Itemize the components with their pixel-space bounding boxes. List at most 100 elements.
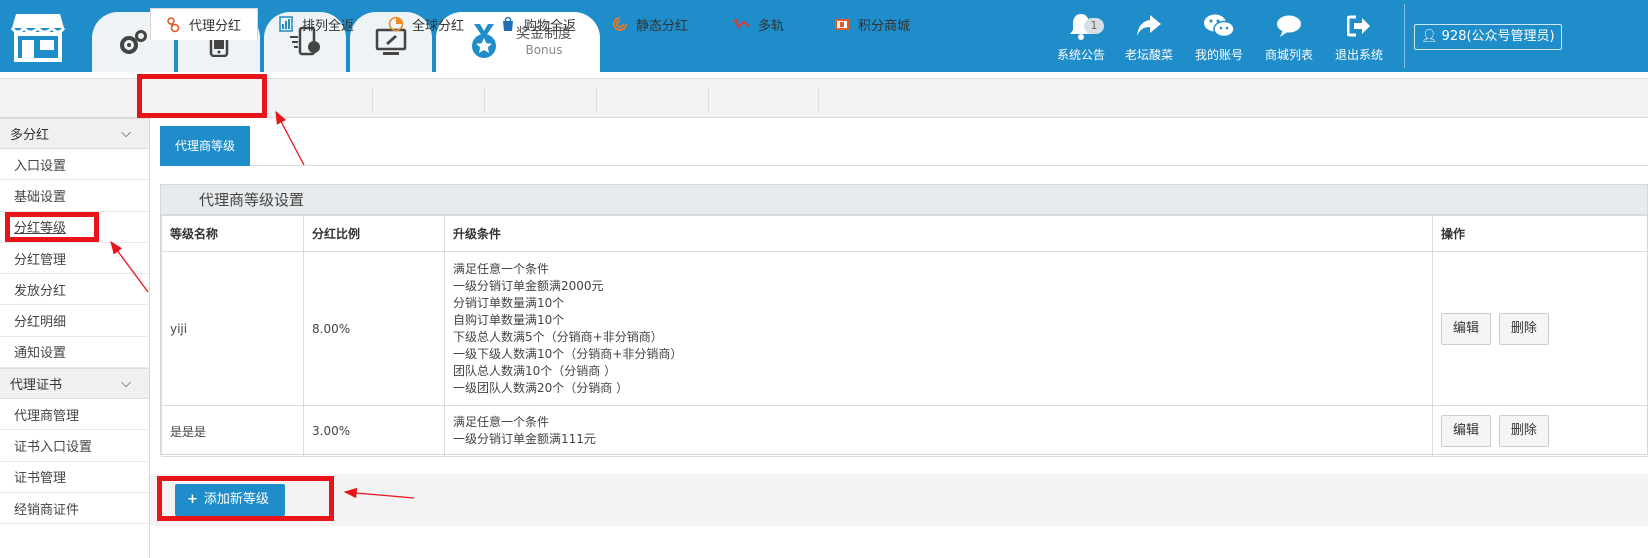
subnav-tab-label: 排列全返 bbox=[302, 18, 355, 34]
logout-label: 退出系统 bbox=[1334, 48, 1383, 62]
form-footer-bar bbox=[150, 474, 1648, 526]
condition-line: 一级分销订单金额满2000元 bbox=[453, 278, 604, 293]
panel-title: 代理商等级设置 bbox=[161, 185, 1647, 215]
highlight-box-agent-bonus-tab bbox=[137, 74, 267, 118]
column-header-level-name: 等级名称 bbox=[161, 215, 304, 252]
my-account-button[interactable]: 我的账号 bbox=[1184, 12, 1254, 63]
gears-icon bbox=[113, 22, 153, 62]
subnav-tab-agent-bonus[interactable]: 代理分红 bbox=[150, 8, 258, 40]
conditions-cell: 满足任意一个条件 一级分销订单金额满2000元 分销订单数量满10个 自购订单数… bbox=[444, 251, 1433, 406]
bonus-tab-subtitle: Bonus bbox=[525, 43, 563, 57]
ratio-cell: 8.00% bbox=[303, 251, 445, 406]
condition-line: 一级下级人数满10个（分销商+非分销商） bbox=[453, 346, 683, 361]
edit-button[interactable]: 编辑 bbox=[1441, 415, 1492, 447]
notice-count-badge: 1 bbox=[1084, 18, 1104, 34]
chevron-down-icon: ⌵ bbox=[121, 126, 131, 141]
condition-line: 分销订单数量满10个 bbox=[453, 295, 565, 310]
chevron-down-icon: ⌵ bbox=[121, 376, 131, 392]
sidebar-group-label: 多分红 bbox=[10, 128, 50, 143]
sidebar-item-basic-settings[interactable]: 基础设置 bbox=[0, 180, 149, 212]
subnav-tab-shopping-return[interactable]: 购物全返 bbox=[500, 8, 576, 40]
condition-line: 一级团队人数满20个（分销商 ） bbox=[453, 380, 629, 395]
subnav-tab-label: 静态分红 bbox=[636, 18, 689, 34]
sidebar-group-multi-bonus[interactable]: 多分红 ⌵ bbox=[0, 118, 149, 149]
highlight-box-add-level bbox=[157, 476, 334, 521]
shop-list-button[interactable]: 商城列表 bbox=[1254, 12, 1324, 63]
highlight-box-bonus-levels bbox=[5, 212, 99, 242]
subnav-tab-label: 购物全返 bbox=[524, 18, 577, 34]
sidebar-item-dealer-certificate[interactable]: 经销商证件 bbox=[0, 493, 149, 525]
user-account-button[interactable]: 👤︎ 928(公众号管理员) bbox=[1414, 24, 1562, 50]
condition-line: 自购订单数量满10个 bbox=[453, 312, 565, 327]
sidebar-group-label: 代理证书 bbox=[10, 378, 63, 394]
table-row: yiji 8.00% 满足任意一个条件 一级分销订单金额满2000元 分销订单数… bbox=[161, 251, 1648, 406]
subnav-tab-label: 多轨 bbox=[758, 18, 785, 34]
subnav-tab-label: 积分商城 bbox=[858, 18, 911, 34]
subnav-tab-static-bonus[interactable]: 静态分红 bbox=[612, 8, 688, 40]
column-header-ratio: 分红比例 bbox=[303, 215, 445, 252]
shopping-bag-icon bbox=[500, 16, 516, 32]
condition-line: 满足任意一个条件 bbox=[453, 415, 550, 429]
actions-cell: 编辑 删除 bbox=[1432, 405, 1648, 457]
subnav-tab-rank-return[interactable]: 排列全返 bbox=[278, 8, 354, 40]
sidebar-item-label: 证书管理 bbox=[14, 471, 67, 487]
subnav-separator bbox=[708, 88, 709, 112]
condition-line: 下级总人数满5个（分销商+非分销商） bbox=[453, 329, 663, 344]
sidebar-item-label: 发放分红 bbox=[14, 283, 67, 299]
sidebar-item-label: 基础设置 bbox=[14, 189, 67, 205]
level-name-cell: 是是是 bbox=[161, 405, 304, 457]
sidebar-item-label: 经销商证件 bbox=[14, 502, 80, 518]
subnav-separator bbox=[372, 88, 373, 112]
table-row: 是是是 3.00% 满足任意一个条件 一级分销订单金额满111元 编辑 删除 bbox=[161, 405, 1648, 457]
store-logo-icon[interactable] bbox=[10, 10, 66, 62]
user-account-label: 928(公众号管理员) bbox=[1441, 29, 1555, 44]
sidebar-item-label: 代理商管理 bbox=[14, 408, 80, 424]
sidebar-item-certificate-management[interactable]: 证书管理 bbox=[0, 462, 149, 493]
main-content: 代理商等级 代理商等级设置 等级名称 分红比例 升级条件 操作 yiji 8.0… bbox=[160, 126, 1648, 457]
content-tab-row: 代理商等级 bbox=[160, 126, 1648, 166]
sidebar-item-agent-management[interactable]: 代理商管理 bbox=[0, 399, 149, 431]
sidebar-item-bonus-details[interactable]: 分红明细 bbox=[0, 305, 149, 337]
sidebar-item-label: 证书入口设置 bbox=[14, 440, 93, 456]
sidebar-item-certificate-entry[interactable]: 证书入口设置 bbox=[0, 430, 149, 462]
logout-button[interactable]: 退出系统 bbox=[1324, 12, 1394, 63]
conditions-cell: 满足任意一个条件 一级分销订单金额满111元 bbox=[444, 405, 1433, 457]
subnav-tab-global-bonus[interactable]: 全球分红 bbox=[388, 8, 464, 40]
sidebar-item-entry-settings[interactable]: 入口设置 bbox=[0, 149, 149, 181]
subnav-tab-label: 全球分红 bbox=[412, 18, 465, 34]
chat-bubbles-icon bbox=[1275, 14, 1303, 41]
subnav-separator bbox=[818, 88, 819, 112]
subnav-separator bbox=[596, 88, 597, 112]
delete-button[interactable]: 删除 bbox=[1498, 312, 1549, 345]
level-name-cell: yiji bbox=[161, 251, 304, 406]
sidebar-item-label: 分红管理 bbox=[14, 252, 67, 268]
sidebar-item-label: 分红明细 bbox=[14, 315, 67, 331]
system-notice-button[interactable]: 1 系统公告 bbox=[1046, 12, 1116, 63]
share-arrow-icon bbox=[1136, 14, 1162, 41]
multi-track-icon bbox=[734, 16, 750, 32]
actions-cell: 编辑 删除 bbox=[1432, 251, 1648, 406]
condition-line: 满足任意一个条件 bbox=[453, 261, 550, 276]
sidebar-item-distribute-bonus[interactable]: 发放分红 bbox=[0, 274, 149, 306]
delete-button[interactable]: 删除 bbox=[1498, 415, 1549, 447]
sidebar-item-label: 通知设置 bbox=[14, 346, 67, 362]
system-notice-label: 系统公告 bbox=[1056, 48, 1105, 62]
subnav-tab-multi-track[interactable]: 多轨 bbox=[734, 8, 784, 40]
column-header-actions: 操作 bbox=[1432, 215, 1648, 252]
sidebar-item-notice-settings[interactable]: 通知设置 bbox=[0, 337, 149, 369]
forum-button[interactable]: 老坛酸菜 bbox=[1114, 12, 1184, 63]
medal-icon bbox=[464, 22, 504, 62]
subnav-tab-points-mall[interactable]: 积分商城 bbox=[834, 8, 910, 40]
sidebar-group-agent-certificate[interactable]: 代理证书 ⌵ bbox=[0, 368, 149, 400]
header-divider bbox=[1404, 4, 1405, 68]
tab-agent-levels[interactable]: 代理商等级 bbox=[160, 126, 251, 166]
condition-line: 团队总人数满10个（分销商 ） bbox=[453, 363, 617, 378]
agent-level-panel: 代理商等级设置 等级名称 分红比例 升级条件 操作 yiji 8.00% 满足任… bbox=[160, 184, 1648, 457]
left-sidebar: 多分红 ⌵ 入口设置 基础设置 分红等级 分红管理 发放分红 分红明细 通知设置… bbox=[0, 118, 150, 558]
subnav-separator bbox=[484, 88, 485, 112]
edit-button[interactable]: 编辑 bbox=[1441, 312, 1492, 345]
sidebar-item-label: 入口设置 bbox=[14, 158, 67, 174]
wechat-icon bbox=[1203, 13, 1235, 42]
sign-out-icon bbox=[1346, 15, 1371, 40]
sidebar-item-bonus-management[interactable]: 分红管理 bbox=[0, 243, 149, 275]
